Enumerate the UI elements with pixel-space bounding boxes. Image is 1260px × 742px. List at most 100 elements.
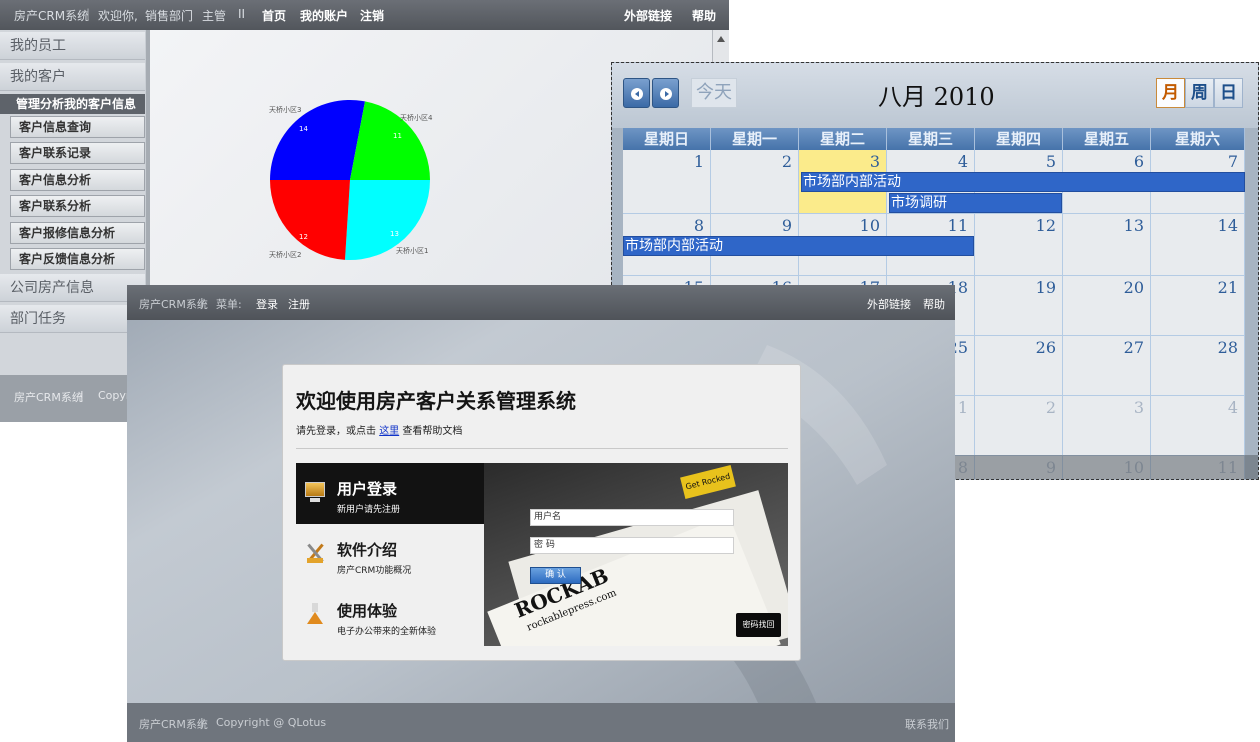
- menu-user-login-title: 用户登录: [337, 480, 398, 498]
- nav-logout-link[interactable]: 注销: [360, 7, 384, 24]
- calendar-day-cell[interactable]: 3: [1063, 396, 1151, 456]
- sidebar-item-my-staff[interactable]: 我的员工: [0, 32, 145, 60]
- day-number: 26: [1035, 338, 1056, 357]
- day-number: 12: [1035, 216, 1056, 235]
- weekday-header: 星期二: [799, 128, 887, 150]
- calendar-day-cell[interactable]: 1: [623, 150, 711, 214]
- pie-value-area2: 12: [299, 233, 308, 241]
- sidebar-item-company-property[interactable]: 公司房产信息: [0, 274, 145, 302]
- calendar-day-cell[interactable]: 12: [975, 214, 1063, 276]
- calendar-day-cell[interactable]: 26: [975, 336, 1063, 396]
- today-button[interactable]: 今天: [691, 78, 737, 108]
- calendar-header: 今天 八月 2010 月 周 日: [612, 63, 1258, 128]
- topbar-login-link[interactable]: 登录: [256, 296, 278, 312]
- event-market-internal-week1[interactable]: 市场部内部活动: [801, 172, 1245, 192]
- crm-user-text: II: [238, 7, 246, 21]
- calendar-day-cell[interactable]: 27: [1063, 336, 1151, 396]
- help-doc-link[interactable]: 这里: [379, 426, 399, 437]
- login-footer-system: 房产CRM系统: [139, 718, 208, 731]
- weekday-header: 星期日: [623, 128, 711, 150]
- sidebar-item-customer-query[interactable]: 客户信息查询: [10, 116, 145, 138]
- login-external-links-link[interactable]: 外部链接: [867, 296, 911, 312]
- prev-month-button[interactable]: [623, 78, 650, 108]
- calendar-day-cell[interactable]: 4: [1151, 396, 1245, 456]
- sidebar-item-contact-records[interactable]: 客户联系记录: [10, 142, 145, 164]
- pie-value-area4: 11: [393, 132, 402, 140]
- login-help-link[interactable]: 帮助: [923, 296, 945, 312]
- scroll-up-icon[interactable]: [717, 36, 725, 42]
- menu-software-intro-sub: 房产CRM功能概况: [337, 566, 412, 576]
- day-number: 28: [1217, 338, 1238, 357]
- day-number: 3: [1133, 398, 1144, 417]
- pie-label-area4: 天桥小区4: [400, 113, 433, 122]
- sidebar-item-contact-analysis[interactable]: 客户联系分析: [10, 195, 145, 217]
- login-footer-separator: |: [200, 716, 204, 729]
- calendar-day-cell[interactable]: 13: [1063, 214, 1151, 276]
- sidebar-item-feedback-analysis[interactable]: 客户反馈信息分析: [10, 248, 145, 270]
- event-market-research[interactable]: 市场调研: [889, 193, 1062, 213]
- crm-system-name: 房产CRM系统: [14, 9, 90, 23]
- sidebar-item-dept-tasks[interactable]: 部门任务: [0, 305, 145, 333]
- confirm-button[interactable]: 确 认: [530, 567, 581, 584]
- day-number: 14: [1217, 216, 1238, 235]
- help-link[interactable]: 帮助: [692, 7, 716, 24]
- login-panel: 欢迎使用房产客户关系管理系统 请先登录，或点击 这里 查看帮助文档 用户登录 新…: [282, 364, 801, 661]
- login-window: 房产CRM系统 | 菜单: 登录 注册 外部链接 帮助 欢迎使用房产客户关系管理…: [127, 285, 955, 742]
- username-field[interactable]: 用户名: [530, 509, 734, 526]
- weekday-header: 星期五: [1063, 128, 1151, 150]
- calendar-day-cell[interactable]: 14: [1151, 214, 1245, 276]
- pie-value-area1: 13: [390, 230, 399, 238]
- sidebar-item-my-customers[interactable]: 我的客户: [0, 63, 145, 91]
- calendar-day-cell[interactable]: 2: [711, 150, 799, 214]
- menu-experience[interactable]: 使用体验 电子办公带来的全新体验: [296, 585, 486, 646]
- day-number: 13: [1123, 216, 1144, 235]
- view-month-button[interactable]: 月: [1156, 78, 1185, 108]
- calendar-day-cell[interactable]: 28: [1151, 336, 1245, 396]
- weekday-header: 星期一: [711, 128, 799, 150]
- forgot-password-button[interactable]: 密码找回: [736, 613, 781, 637]
- weekday-header: 星期四: [975, 128, 1063, 150]
- calendar-title: 八月 2010: [878, 83, 995, 111]
- day-number: 1: [957, 398, 968, 417]
- menu-software-intro[interactable]: 软件介绍 房产CRM功能概况: [296, 524, 486, 585]
- day-number: 2: [1045, 398, 1056, 417]
- pie-label-area3: 天桥小区3: [269, 105, 301, 114]
- page-title: 欢迎使用房产客户关系管理系统: [296, 389, 576, 413]
- next-month-button[interactable]: [652, 78, 679, 108]
- view-day-button[interactable]: 日: [1214, 78, 1243, 108]
- external-links-link[interactable]: 外部链接: [624, 7, 672, 24]
- pie-label-area1: 天桥小区1: [396, 246, 428, 255]
- calendar-day-cell[interactable]: 2: [975, 396, 1063, 456]
- menu-experience-title: 使用体验: [337, 602, 398, 620]
- monitor-icon: [304, 481, 326, 503]
- pie-label-area2: 天桥小区2: [269, 250, 301, 259]
- day-number: 8: [693, 216, 704, 235]
- view-week-button[interactable]: 周: [1185, 78, 1214, 108]
- weekday-header: 星期三: [887, 128, 975, 150]
- day-number: 2: [781, 152, 792, 171]
- day-number: 4: [957, 152, 968, 171]
- tools-icon: [304, 542, 326, 564]
- day-number: 6: [1133, 152, 1144, 171]
- day-number: 1: [693, 152, 704, 171]
- pie-slice-4: [270, 180, 350, 260]
- day-number: 10: [859, 216, 880, 235]
- contact-us-link[interactable]: 联系我们: [905, 716, 949, 732]
- day-number: 19: [1035, 278, 1056, 297]
- password-field[interactable]: 密 码: [530, 537, 734, 554]
- sidebar-item-repair-analysis[interactable]: 客户报修信息分析: [10, 222, 145, 244]
- login-topbar-separator: |: [200, 296, 204, 309]
- topbar-register-link[interactable]: 注册: [288, 296, 310, 312]
- login-hint: 请先登录，或点击 这里 查看帮助文档: [296, 426, 463, 437]
- event-market-internal-week2[interactable]: 市场部内部活动: [623, 236, 974, 256]
- pie-value-area3: 14: [299, 125, 308, 133]
- calendar-day-cell[interactable]: 21: [1151, 276, 1245, 336]
- nav-home-link[interactable]: 首页: [262, 7, 286, 24]
- calendar-day-cell[interactable]: 19: [975, 276, 1063, 336]
- login-menu-label: 菜单:: [216, 298, 242, 311]
- day-number: 9: [781, 216, 792, 235]
- sidebar-item-customer-analysis[interactable]: 客户信息分析: [10, 169, 145, 191]
- calendar-day-cell[interactable]: 20: [1063, 276, 1151, 336]
- menu-user-login[interactable]: 用户登录 新用户请先注册: [296, 463, 486, 524]
- nav-account-link[interactable]: 我的账户: [300, 7, 348, 24]
